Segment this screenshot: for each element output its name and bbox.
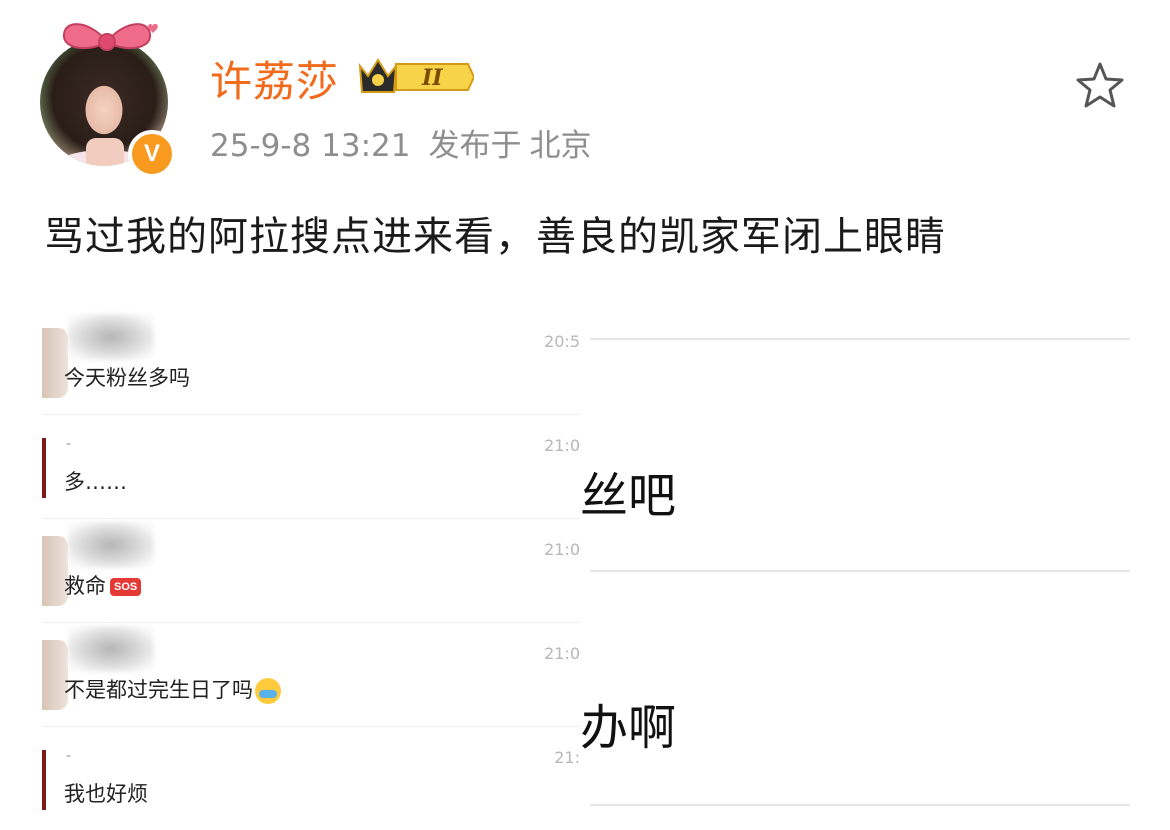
- chat-message: 我也好烦: [64, 782, 148, 806]
- chat-message-container: 不是都过完生日了吗: [64, 674, 281, 704]
- bow-icon: [63, 23, 158, 51]
- location-prefix: 发布于: [428, 128, 522, 164]
- chat-row: 20:5 今天粉丝多吗: [42, 310, 580, 415]
- verified-badge: V: [128, 130, 176, 178]
- avatar[interactable]: V: [40, 23, 176, 178]
- avatar: [42, 438, 46, 498]
- post-timestamp: 25-9-8 13:21: [210, 128, 411, 164]
- chat-time: 20:5: [544, 332, 580, 351]
- chat-message: 今天粉丝多吗: [64, 366, 190, 390]
- chat-row: - 21:0 多……: [42, 414, 580, 519]
- chat-row: - 21: 我也好烦: [42, 726, 580, 830]
- blurred-username: [68, 314, 154, 360]
- post-text: 骂过我的阿拉搜点进来看，善良的凯家军闭上眼睛: [44, 214, 946, 260]
- chat-row: 21:0 不是都过完生日了吗: [42, 622, 580, 727]
- chat-time: 21:: [554, 748, 580, 767]
- chat-screenshot-image[interactable]: 20:5 今天粉丝多吗 - 21:0 多…… 21:0 救命 SOS 21:0 不…: [42, 310, 580, 810]
- chat-time: 21:0: [544, 644, 580, 663]
- crown-level-badge[interactable]: II: [356, 54, 474, 100]
- post-location: 北京: [529, 128, 592, 164]
- crown-icon: [358, 58, 398, 93]
- partial-text: 办啊: [580, 700, 677, 756]
- star-outline-icon[interactable]: [1072, 58, 1128, 114]
- blurred-username: [68, 522, 154, 568]
- sender-mark: -: [66, 748, 72, 764]
- chat-time: 21:0: [544, 436, 580, 455]
- divider: [590, 804, 1130, 806]
- chat-message: 多……: [64, 470, 127, 494]
- divider: [590, 570, 1130, 572]
- chat-time: 21:0: [544, 540, 580, 559]
- crying-face-icon: [255, 678, 281, 704]
- level-text: II: [421, 65, 443, 91]
- sos-emoji-icon: SOS: [110, 578, 142, 596]
- post-meta: 25-9-8 13:21 发布于 北京: [210, 120, 609, 165]
- chat-message: 救命: [64, 574, 106, 598]
- chat-message: 不是都过完生日了吗: [64, 678, 253, 702]
- blurred-username: [68, 626, 154, 672]
- sender-mark: -: [66, 436, 72, 452]
- divider: [590, 338, 1130, 340]
- user-name[interactable]: 许荔莎: [210, 48, 339, 109]
- partial-text: 丝吧: [580, 468, 677, 524]
- avatar: [42, 750, 46, 810]
- partial-screenshot-image[interactable]: 丝吧 办啊: [580, 310, 1135, 810]
- chat-row: 21:0 救命 SOS: [42, 518, 580, 623]
- chat-message-container: 救命 SOS: [64, 570, 142, 600]
